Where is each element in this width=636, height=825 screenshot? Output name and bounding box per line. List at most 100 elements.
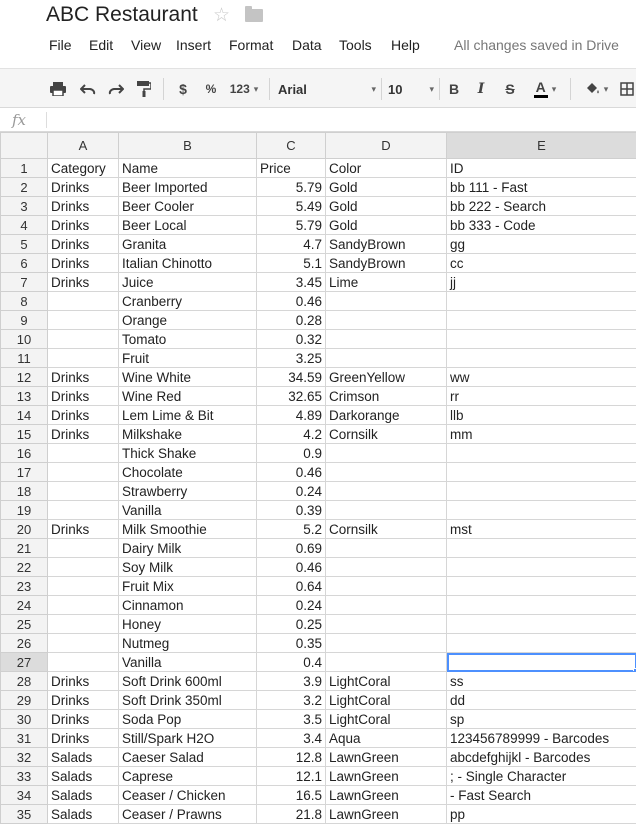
cell-e[interactable]: bb 222 - Search (446, 196, 636, 216)
row-header[interactable]: 32 (0, 747, 48, 767)
cell-e[interactable]: bb 111 - Fast (446, 177, 636, 197)
cell-a[interactable]: Drinks (47, 234, 119, 254)
row-header[interactable]: 14 (0, 405, 48, 425)
cell-d[interactable]: SandyBrown (325, 234, 447, 254)
cell-c[interactable]: 0.46 (256, 462, 326, 482)
cell-a[interactable]: Drinks (47, 709, 119, 729)
cell-d[interactable] (325, 538, 447, 558)
cell-e[interactable]: dd (446, 690, 636, 710)
cell-a[interactable]: Drinks (47, 424, 119, 444)
cell-a[interactable]: Drinks (47, 386, 119, 406)
cell-b[interactable]: Honey (118, 614, 257, 634)
cell-b[interactable]: Ceaser / Chicken (118, 785, 257, 805)
cell-d[interactable]: LightCoral (325, 690, 447, 710)
row-header[interactable]: 25 (0, 614, 48, 634)
row-header[interactable]: 15 (0, 424, 48, 444)
row-header[interactable]: 1 (0, 158, 48, 178)
cell-b[interactable]: Vanilla (118, 652, 257, 672)
cell-c[interactable]: 21.8 (256, 804, 326, 824)
cell-c[interactable]: 4.2 (256, 424, 326, 444)
cell-b[interactable]: Dairy Milk (118, 538, 257, 558)
cell-b[interactable]: Beer Cooler (118, 196, 257, 216)
cell-d[interactable]: Darkorange (325, 405, 447, 425)
row-header[interactable]: 23 (0, 576, 48, 596)
cell-e[interactable] (446, 481, 636, 501)
cell-b[interactable]: Still/Spark H2O (118, 728, 257, 748)
cell-e[interactable]: pp (446, 804, 636, 824)
cell-e[interactable] (446, 291, 636, 311)
cell-a[interactable]: Drinks (47, 177, 119, 197)
cell-d[interactable] (325, 595, 447, 615)
folder-icon[interactable] (245, 6, 263, 22)
cell-e[interactable] (446, 500, 636, 520)
column-header-e[interactable]: E (446, 132, 636, 159)
menu-data[interactable]: Data (292, 37, 322, 53)
row-header[interactable]: 11 (0, 348, 48, 368)
cell-c[interactable]: 32.65 (256, 386, 326, 406)
cell-a[interactable]: Drinks (47, 272, 119, 292)
cell-a[interactable] (47, 310, 119, 330)
cell-a[interactable]: Salads (47, 785, 119, 805)
cell-a[interactable] (47, 538, 119, 558)
cell-c[interactable]: 5.79 (256, 215, 326, 235)
print-button[interactable] (46, 69, 70, 109)
column-header-b[interactable]: B (118, 132, 257, 159)
cell-d[interactable] (325, 481, 447, 501)
menu-edit[interactable]: Edit (89, 37, 113, 53)
cell-b[interactable]: Soda Pop (118, 709, 257, 729)
cell-b[interactable]: Soft Drink 350ml (118, 690, 257, 710)
row-header[interactable]: 5 (0, 234, 48, 254)
cell-a[interactable] (47, 443, 119, 463)
cell-a[interactable]: Category (47, 158, 119, 178)
column-header-c[interactable]: C (256, 132, 326, 159)
row-header[interactable]: 10 (0, 329, 48, 349)
cell-b[interactable]: Juice (118, 272, 257, 292)
cell-a[interactable] (47, 633, 119, 653)
cell-c[interactable]: 5.49 (256, 196, 326, 216)
row-header[interactable]: 13 (0, 386, 48, 406)
cell-e[interactable]: jj (446, 272, 636, 292)
cell-b[interactable]: Name (118, 158, 257, 178)
row-header[interactable]: 21 (0, 538, 48, 558)
cell-c[interactable]: 4.89 (256, 405, 326, 425)
cell-c[interactable]: 0.46 (256, 557, 326, 577)
row-header[interactable]: 19 (0, 500, 48, 520)
cell-e[interactable]: - Fast Search (446, 785, 636, 805)
column-header-a[interactable]: A (47, 132, 119, 159)
currency-format-button[interactable]: $ (172, 69, 194, 109)
cell-d[interactable]: Color (325, 158, 447, 178)
cell-e[interactable] (446, 595, 636, 615)
cell-d[interactable]: Lime (325, 272, 447, 292)
cell-e[interactable] (446, 348, 636, 368)
cell-a[interactable]: Drinks (47, 405, 119, 425)
cell-a[interactable] (47, 652, 119, 672)
row-header[interactable]: 22 (0, 557, 48, 577)
cell-c[interactable]: 3.9 (256, 671, 326, 691)
cell-b[interactable]: Orange (118, 310, 257, 330)
menu-help[interactable]: Help (391, 37, 420, 53)
cell-b[interactable]: Milk Smoothie (118, 519, 257, 539)
font-family-dropdown[interactable]: Arial ▾ (278, 69, 376, 109)
cell-e[interactable] (446, 538, 636, 558)
cell-e[interactable] (446, 557, 636, 577)
formula-input[interactable] (52, 110, 632, 130)
cell-b[interactable]: Ceaser / Prawns (118, 804, 257, 824)
row-header[interactable]: 17 (0, 462, 48, 482)
cell-c[interactable]: 0.24 (256, 595, 326, 615)
redo-button[interactable] (104, 69, 128, 109)
cell-d[interactable] (325, 576, 447, 596)
row-header[interactable]: 9 (0, 310, 48, 330)
cell-e[interactable]: abcdefghijkl - Barcodes (446, 747, 636, 767)
cell-c[interactable]: 0.24 (256, 481, 326, 501)
cell-e[interactable] (446, 614, 636, 634)
column-header-d[interactable]: D (325, 132, 447, 159)
menu-file[interactable]: File (49, 37, 72, 53)
cell-a[interactable]: Drinks (47, 728, 119, 748)
cell-e[interactable] (446, 310, 636, 330)
cell-e[interactable]: bb 333 - Code (446, 215, 636, 235)
active-cell[interactable] (446, 652, 636, 672)
cell-c[interactable]: 3.4 (256, 728, 326, 748)
cell-d[interactable]: GreenYellow (325, 367, 447, 387)
cell-a[interactable] (47, 481, 119, 501)
cell-e[interactable] (446, 329, 636, 349)
